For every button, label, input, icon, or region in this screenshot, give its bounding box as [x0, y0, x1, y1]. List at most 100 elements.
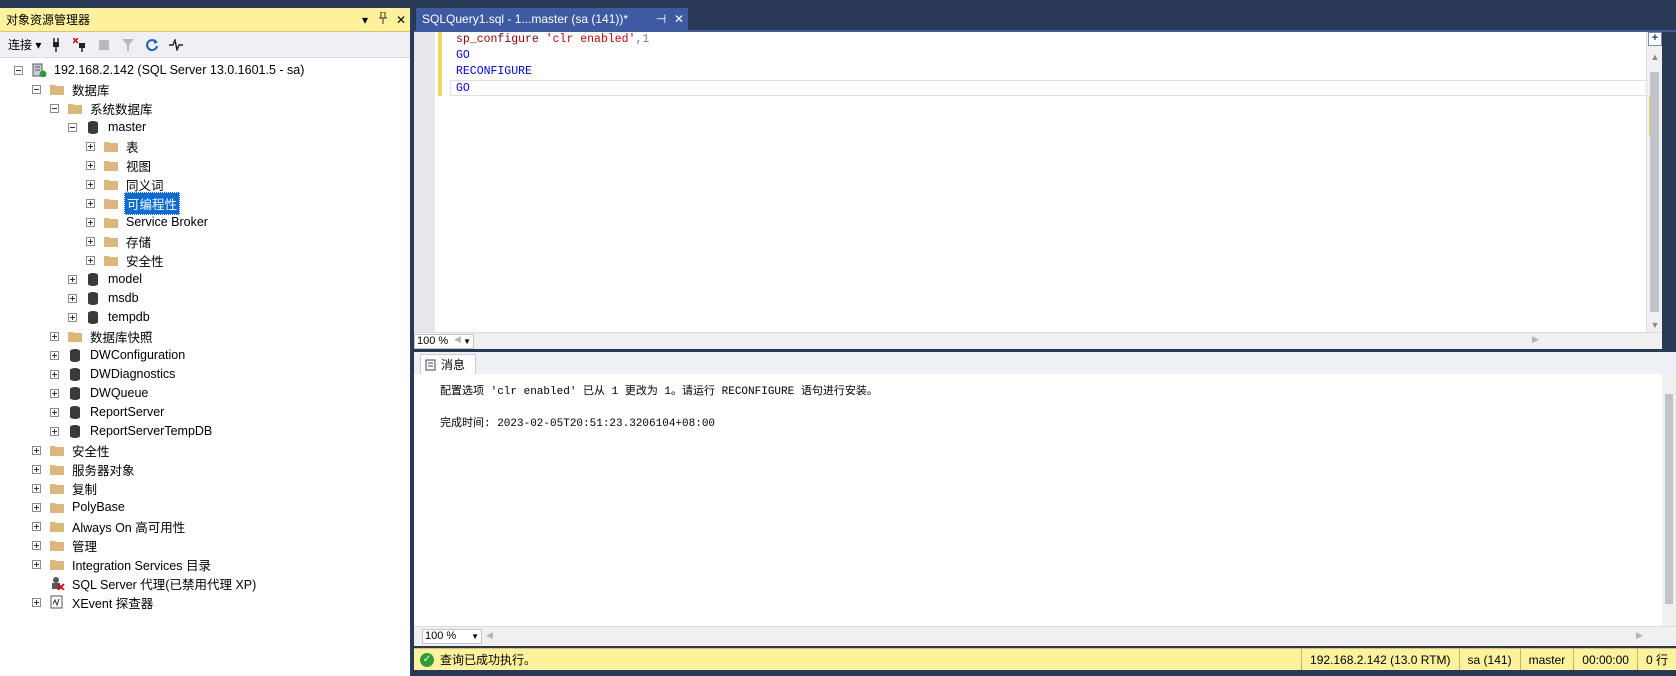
- tree-node-server[interactable]: 192.168.2.142 (SQL Server 13.0.1601.5 - …: [14, 60, 306, 80]
- expand-toggle[interactable]: [86, 255, 95, 265]
- tree-node-msdb[interactable]: msdb: [68, 288, 141, 308]
- tree-node-dwqueue[interactable]: DWQueue: [50, 383, 150, 403]
- tree-node-tables[interactable]: 表: [86, 136, 141, 156]
- connect-button[interactable]: 连接 ▾: [8, 36, 41, 53]
- expand-toggle[interactable]: [50, 369, 59, 379]
- messages-pane[interactable]: 配置选项 'clr enabled' 已从 1 更改为 1。请运行 RECONF…: [414, 374, 1662, 626]
- close-tab-icon[interactable]: ✕: [670, 12, 688, 26]
- tree-node-integration-services[interactable]: Integration Services 目录: [32, 554, 213, 574]
- expand-toggle[interactable]: [86, 236, 95, 246]
- expand-toggle[interactable]: [86, 141, 95, 151]
- connect-plug-icon[interactable]: [47, 36, 65, 54]
- expand-toggle[interactable]: [86, 160, 95, 170]
- database-icon: [88, 292, 98, 305]
- collapse-toggle[interactable]: [32, 84, 41, 94]
- close-icon[interactable]: ✕: [392, 13, 410, 27]
- pin-icon[interactable]: ⊣: [652, 12, 670, 26]
- status-bar: ✓ 查询已成功执行。 192.168.2.142 (13.0 RTM) sa (…: [414, 648, 1676, 671]
- tree-node-sql-agent[interactable]: SQL Server 代理(已禁用代理 XP): [32, 573, 258, 593]
- code-area[interactable]: sp_configure 'clr enabled',1 GO RECONFIG…: [450, 32, 1656, 96]
- window-frame: [414, 670, 1676, 676]
- expand-toggle[interactable]: [50, 426, 59, 436]
- tree-node-storage[interactable]: 存储: [86, 231, 153, 251]
- status-rows: 0 行: [1636, 648, 1676, 671]
- tree-node-alwayson[interactable]: Always On 高可用性: [32, 516, 187, 536]
- object-explorer-tree: 192.168.2.142 (SQL Server 13.0.1601.5 - …: [0, 58, 410, 673]
- dropdown-arrow-icon[interactable]: ▾: [356, 13, 374, 27]
- tree-node-reportserver[interactable]: ReportServer: [50, 402, 166, 422]
- tree-node-system-databases[interactable]: 系统数据库: [50, 98, 155, 118]
- tree-node-master[interactable]: master: [68, 117, 148, 137]
- expand-toggle[interactable]: [32, 559, 41, 569]
- expand-toggle[interactable]: [32, 483, 41, 493]
- tree-node-tempdb[interactable]: tempdb: [68, 307, 152, 327]
- scroll-thumb[interactable]: [1650, 72, 1659, 312]
- scroll-right-icon[interactable]: ▶: [1636, 630, 1643, 641]
- expand-toggle[interactable]: [32, 445, 41, 455]
- expand-toggle[interactable]: [68, 274, 77, 284]
- scroll-right-icon[interactable]: ▶: [1532, 334, 1539, 345]
- scroll-up-icon[interactable]: ▲: [1647, 52, 1663, 62]
- disconnect-icon[interactable]: [71, 36, 89, 54]
- stop-icon[interactable]: [95, 36, 113, 54]
- expand-toggle[interactable]: [32, 540, 41, 550]
- tab-messages[interactable]: 消息: [420, 354, 476, 374]
- editor-vertical-scrollbar[interactable]: + ▲ ▼: [1646, 32, 1662, 332]
- expand-toggle[interactable]: [86, 217, 95, 227]
- scroll-left-icon[interactable]: ◀: [486, 630, 493, 641]
- expand-toggle[interactable]: [68, 312, 77, 322]
- expand-toggle[interactable]: [50, 407, 59, 417]
- expand-toggle[interactable]: [32, 502, 41, 512]
- folder-icon: [50, 503, 64, 513]
- expand-toggle[interactable]: [86, 179, 95, 189]
- tree-node-security[interactable]: 安全性: [32, 440, 112, 460]
- tree-node-databases[interactable]: 数据库: [32, 79, 112, 99]
- tree-node-service-broker[interactable]: Service Broker: [86, 212, 210, 232]
- tree-node-server-objects[interactable]: 服务器对象: [32, 459, 137, 479]
- tree-node-programmability[interactable]: 可编程性: [86, 191, 181, 215]
- results-vertical-scrollbar[interactable]: [1662, 374, 1676, 626]
- expand-toggle[interactable]: [32, 597, 41, 607]
- collapse-toggle[interactable]: [68, 122, 77, 132]
- query-editor[interactable]: sp_configure 'clr enabled',1 GO RECONFIG…: [414, 32, 1662, 332]
- folder-icon: [50, 465, 64, 475]
- tree-node-polybase[interactable]: PolyBase: [32, 497, 127, 517]
- tree-node-dwconfiguration[interactable]: DWConfiguration: [50, 345, 187, 365]
- collapse-toggle[interactable]: [14, 65, 23, 75]
- filter-icon[interactable]: [119, 36, 137, 54]
- tree-node-replication[interactable]: 复制: [32, 478, 99, 498]
- message-line: 完成时间: 2023-02-05T20:51:23.3206104+08:00: [440, 418, 716, 430]
- folder-icon: [50, 484, 64, 494]
- scroll-down-icon[interactable]: ▼: [1647, 320, 1663, 330]
- tree-node-security-db[interactable]: 安全性: [86, 250, 166, 270]
- tree-node-management[interactable]: 管理: [32, 535, 99, 555]
- collapse-toggle[interactable]: [50, 103, 59, 113]
- editor-zoom-select[interactable]: 100 % ▼: [414, 334, 474, 349]
- expand-toggle[interactable]: [50, 331, 59, 341]
- scroll-left-icon[interactable]: ◀: [454, 334, 461, 345]
- tree-node-model[interactable]: model: [68, 269, 144, 289]
- tree-node-snapshots[interactable]: 数据库快照: [50, 326, 155, 346]
- expand-toggle[interactable]: [50, 388, 59, 398]
- object-explorer-title: 对象资源管理器: [6, 13, 91, 27]
- expand-toggle[interactable]: [32, 464, 41, 474]
- expand-toggle[interactable]: [32, 521, 41, 531]
- expand-toggle[interactable]: [50, 350, 59, 360]
- message-line: 配置选项 'clr enabled' 已从 1 更改为 1。请运行 RECONF…: [440, 386, 878, 398]
- results-zoom-select[interactable]: 100 % ▼: [422, 629, 482, 644]
- tree-node-views[interactable]: 视图: [86, 155, 153, 175]
- expand-toggle[interactable]: [86, 198, 95, 208]
- refresh-icon[interactable]: [143, 36, 161, 54]
- split-icon[interactable]: +: [1648, 32, 1662, 46]
- results-horizontal-bar: 100 % ▼ ◀ ▶: [414, 626, 1676, 646]
- status-message: ✓ 查询已成功执行。: [414, 651, 1301, 668]
- tree-node-reportservertempdb[interactable]: ReportServerTempDB: [50, 421, 214, 441]
- expand-toggle[interactable]: [68, 293, 77, 303]
- scroll-thumb[interactable]: [1665, 394, 1673, 604]
- tab-sqlquery1[interactable]: SQLQuery1.sql - 1...master (sa (141))* ⊣…: [416, 8, 688, 30]
- pin-icon[interactable]: [374, 11, 392, 27]
- tree-node-xevent[interactable]: XEvent 探查器: [32, 592, 155, 612]
- tree-node-dwdiagnostics[interactable]: DWDiagnostics: [50, 364, 177, 384]
- success-check-icon: ✓: [420, 652, 434, 667]
- activity-monitor-icon[interactable]: [167, 36, 185, 54]
